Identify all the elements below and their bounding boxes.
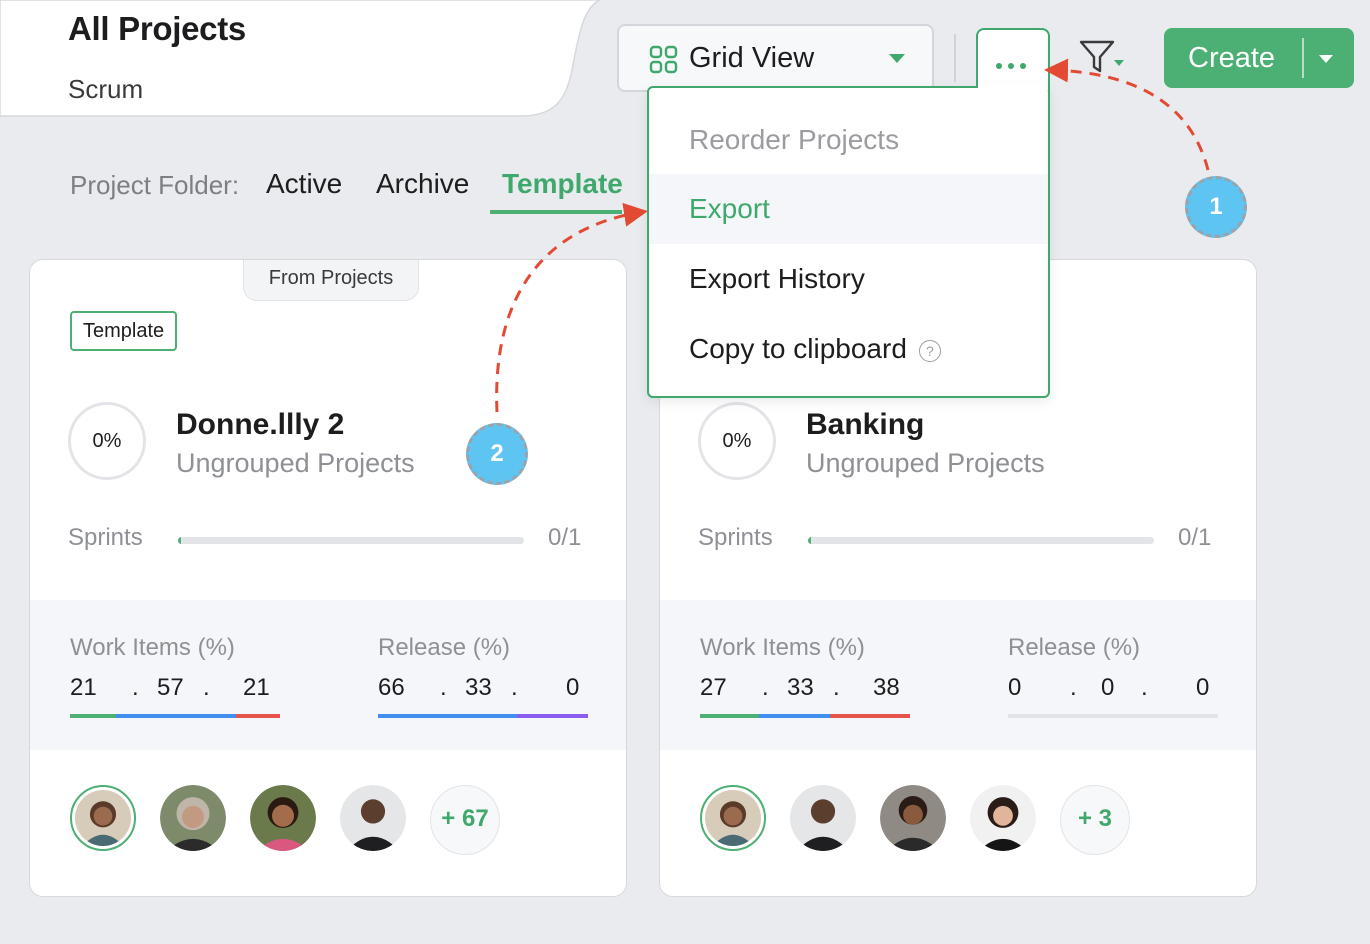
menu-item-reorder-projects: Reorder Projects xyxy=(689,124,900,155)
more-members-button[interactable]: + 67 xyxy=(430,785,500,855)
release-bar xyxy=(378,714,588,718)
help-icon[interactable]: ? xyxy=(918,339,941,362)
sprints-progress-bar xyxy=(808,537,1154,544)
header-panel: All Projects Scrum xyxy=(0,0,600,117)
template-badge: Template xyxy=(70,311,178,351)
project-group: Ungrouped Projects xyxy=(176,448,415,478)
release-label: Release (%) xyxy=(378,634,511,661)
menu-item-copy-label: Copy to clipboard xyxy=(689,333,907,364)
work-items-done: 27 xyxy=(700,674,727,701)
progress-ring: 0% xyxy=(698,402,776,480)
release-value-3: 0 xyxy=(566,674,580,701)
release-value-2: 33 xyxy=(465,674,492,701)
menu-item-export-history[interactable]: Export History xyxy=(649,244,1048,314)
view-select[interactable]: Grid View xyxy=(617,24,934,92)
filter-icon xyxy=(1079,40,1124,73)
member-avatar[interactable] xyxy=(160,785,226,851)
step-marker-1: 1 xyxy=(1185,176,1247,238)
from-projects-tab: From Projects xyxy=(243,260,419,301)
more-horizontal-icon xyxy=(996,56,1032,74)
project-name[interactable]: Banking xyxy=(806,408,924,442)
release-value-2: 0 xyxy=(1101,674,1115,701)
create-button[interactable]: Create xyxy=(1164,28,1354,88)
sprints-progress-bar xyxy=(178,537,524,544)
project-group: Ungrouped Projects xyxy=(806,448,1045,478)
project-card[interactable]: From Projects Template 0% Donne.llly 2 U… xyxy=(29,259,627,897)
member-avatar[interactable] xyxy=(250,785,316,851)
sprints-label: Sprints xyxy=(68,524,143,551)
more-options-button[interactable] xyxy=(976,28,1050,92)
project-name[interactable]: Donne.llly 2 xyxy=(176,408,344,442)
menu-item-export[interactable]: Export xyxy=(649,174,1048,244)
create-dropdown-chevron-icon[interactable] xyxy=(1319,55,1333,63)
toolbar-divider xyxy=(954,34,956,82)
release-value-3: 0 xyxy=(1196,674,1210,701)
release-label: Release (%) xyxy=(1008,634,1141,661)
project-folder-label: Project Folder: xyxy=(70,170,240,200)
chevron-down-icon xyxy=(889,54,905,63)
work-items-open: 38 xyxy=(873,674,900,701)
member-avatar[interactable] xyxy=(790,785,856,851)
grid-icon xyxy=(649,45,678,74)
tab-active[interactable]: Active xyxy=(266,168,342,200)
work-items-bar xyxy=(70,714,280,718)
member-avatar[interactable] xyxy=(700,785,766,851)
release-value-1: 66 xyxy=(378,674,405,701)
member-avatar[interactable] xyxy=(970,785,1036,851)
stats-section: Work Items (%) 27 . 33 . 38 Release (%) … xyxy=(660,600,1256,750)
tab-template[interactable]: Template xyxy=(502,168,623,200)
member-avatar[interactable] xyxy=(340,785,406,851)
work-items-progress: 57 xyxy=(157,674,184,701)
page-title: All Projects xyxy=(68,10,246,47)
member-avatar[interactable] xyxy=(880,785,946,851)
release-bar xyxy=(1008,714,1218,718)
page-subtitle: Scrum xyxy=(68,74,144,104)
work-items-open: 21 xyxy=(243,674,270,701)
work-items-progress: 33 xyxy=(787,674,814,701)
work-items-done: 21 xyxy=(70,674,97,701)
sprints-count: 0/1 xyxy=(1178,524,1212,551)
sprints-count: 0/1 xyxy=(548,524,582,551)
tab-template-underline xyxy=(490,210,622,214)
work-items-bar xyxy=(700,714,910,718)
create-button-label: Create xyxy=(1188,42,1276,74)
tab-archive[interactable]: Archive xyxy=(376,168,469,200)
more-members-button[interactable]: + 3 xyxy=(1060,785,1130,855)
work-items-label: Work Items (%) xyxy=(70,634,235,661)
create-button-divider xyxy=(1302,38,1304,78)
step-marker-2: 2 xyxy=(466,423,528,485)
stats-section: Work Items (%) 21 . 57 . 21 Release (%) … xyxy=(30,600,626,750)
progress-ring: 0% xyxy=(68,402,146,480)
menu-connector xyxy=(978,84,1048,90)
more-options-menu: Reorder Projects Export Export History C… xyxy=(647,86,1050,398)
member-avatar[interactable] xyxy=(70,785,136,851)
view-select-label: Grid View xyxy=(689,42,815,74)
menu-item-copy-to-clipboard[interactable]: Copy to clipboard? xyxy=(649,314,1048,384)
release-value-1: 0 xyxy=(1008,674,1022,701)
sprints-label: Sprints xyxy=(698,524,773,551)
work-items-label: Work Items (%) xyxy=(700,634,865,661)
filter-button[interactable] xyxy=(1078,38,1128,78)
